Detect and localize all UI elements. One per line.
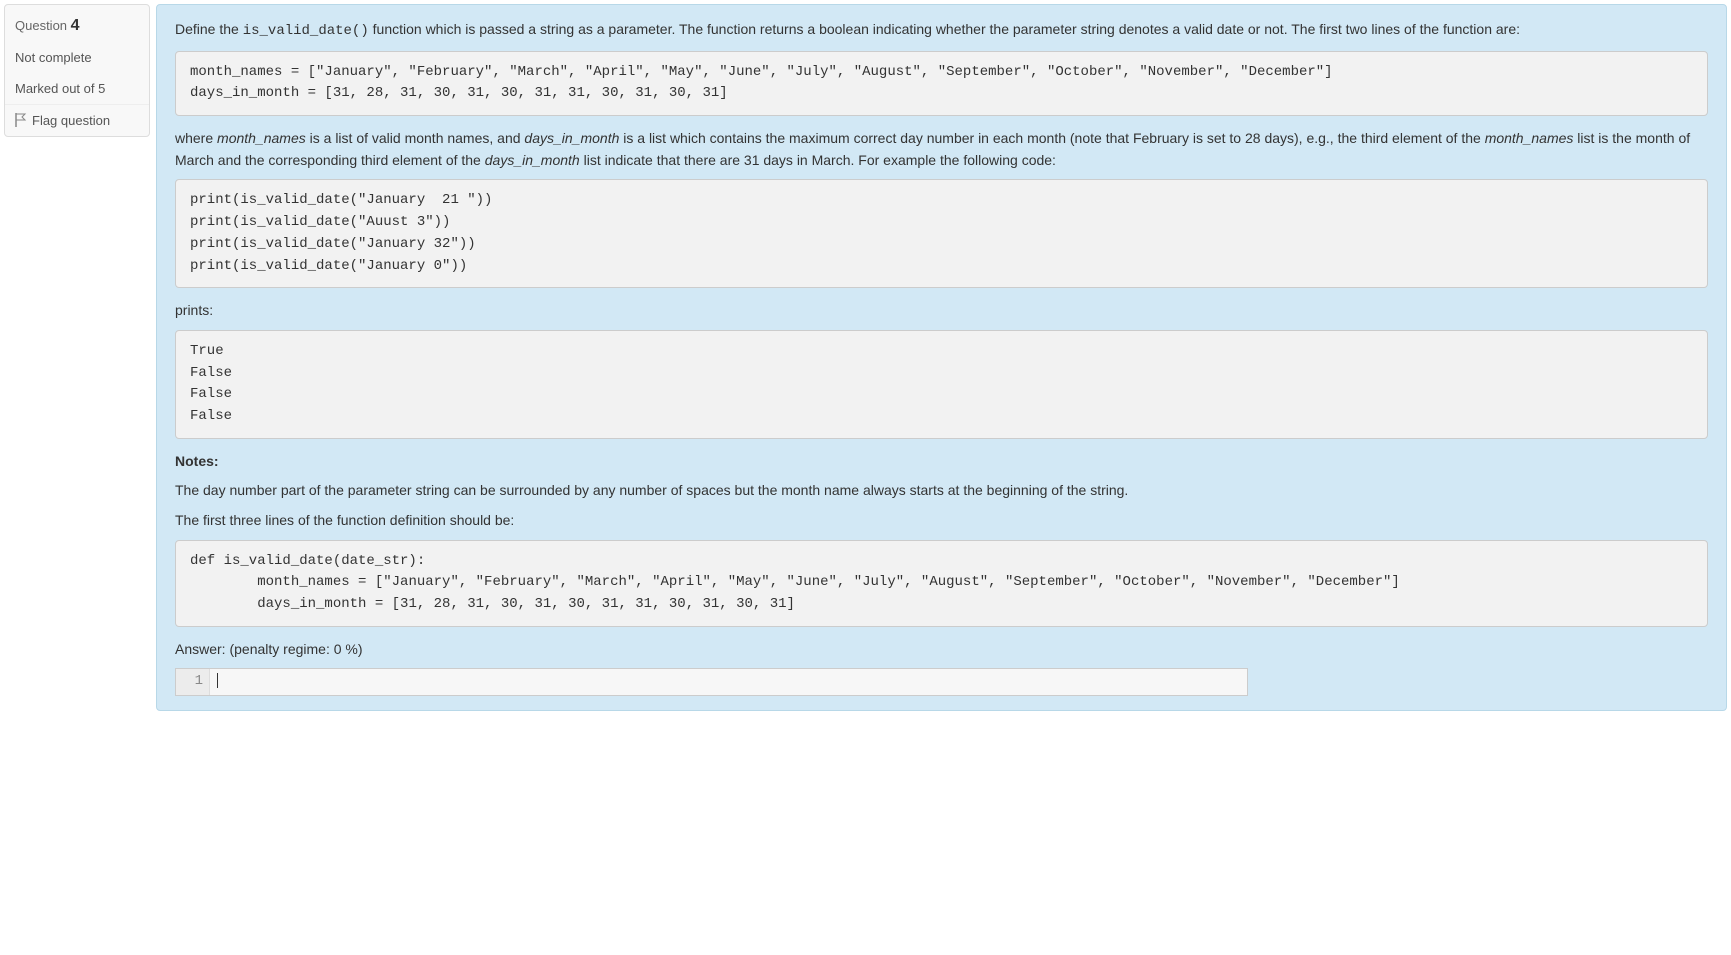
flag-icon: [15, 113, 27, 127]
var-days-in-month: days_in_month: [485, 152, 580, 168]
page-container: Question 4 Not complete Marked out of 5 …: [0, 0, 1731, 715]
code-editor[interactable]: 1: [175, 668, 1248, 696]
text-cursor: [217, 673, 218, 688]
question-status: Not complete: [5, 43, 149, 73]
notes-heading: Notes:: [175, 451, 1708, 473]
editor-gutter: 1: [176, 669, 210, 695]
code-block-function-stub: def is_valid_date(date_str): month_names…: [175, 540, 1708, 627]
prints-label: prints:: [175, 300, 1708, 322]
text-fragment: is a list which contains the maximum cor…: [619, 130, 1484, 146]
var-days-in-month: days_in_month: [524, 130, 619, 146]
question-label: Question: [15, 18, 67, 33]
answer-label: Answer: (penalty regime: 0 %): [175, 639, 1708, 661]
inline-code-function-name: is_valid_date(): [243, 23, 369, 39]
editor-content-area[interactable]: [210, 669, 1247, 695]
note-line-2: The first three lines of the function de…: [175, 510, 1708, 532]
line-number: 1: [195, 673, 203, 689]
var-month-names: month_names: [1485, 130, 1574, 146]
text-fragment: is a list of valid month names, and: [306, 130, 525, 146]
code-block-output: True False False False: [175, 330, 1708, 439]
code-block-example-calls: print(is_valid_date("January 21 ")) prin…: [175, 179, 1708, 288]
question-content: Define the is_valid_date() function whic…: [156, 4, 1727, 711]
question-info-sidebar: Question 4 Not complete Marked out of 5 …: [4, 4, 150, 137]
note-line-1: The day number part of the parameter str…: [175, 480, 1708, 502]
question-number: 4: [71, 17, 80, 34]
text-fragment: function which is passed a string as a p…: [369, 21, 1520, 37]
text-fragment: where: [175, 130, 217, 146]
flag-question-link[interactable]: Flag question: [5, 104, 149, 136]
code-block-definitions: month_names = ["January", "February", "M…: [175, 51, 1708, 116]
flag-question-label: Flag question: [32, 113, 110, 128]
text-fragment: Define the: [175, 21, 243, 37]
var-month-names: month_names: [217, 130, 306, 146]
question-marks: Marked out of 5: [5, 74, 149, 104]
question-number-line: Question 4: [5, 5, 149, 43]
explanation-paragraph: where month_names is a list of valid mon…: [175, 128, 1708, 171]
intro-paragraph: Define the is_valid_date() function whic…: [175, 19, 1708, 43]
text-fragment: list indicate that there are 31 days in …: [580, 152, 1056, 168]
